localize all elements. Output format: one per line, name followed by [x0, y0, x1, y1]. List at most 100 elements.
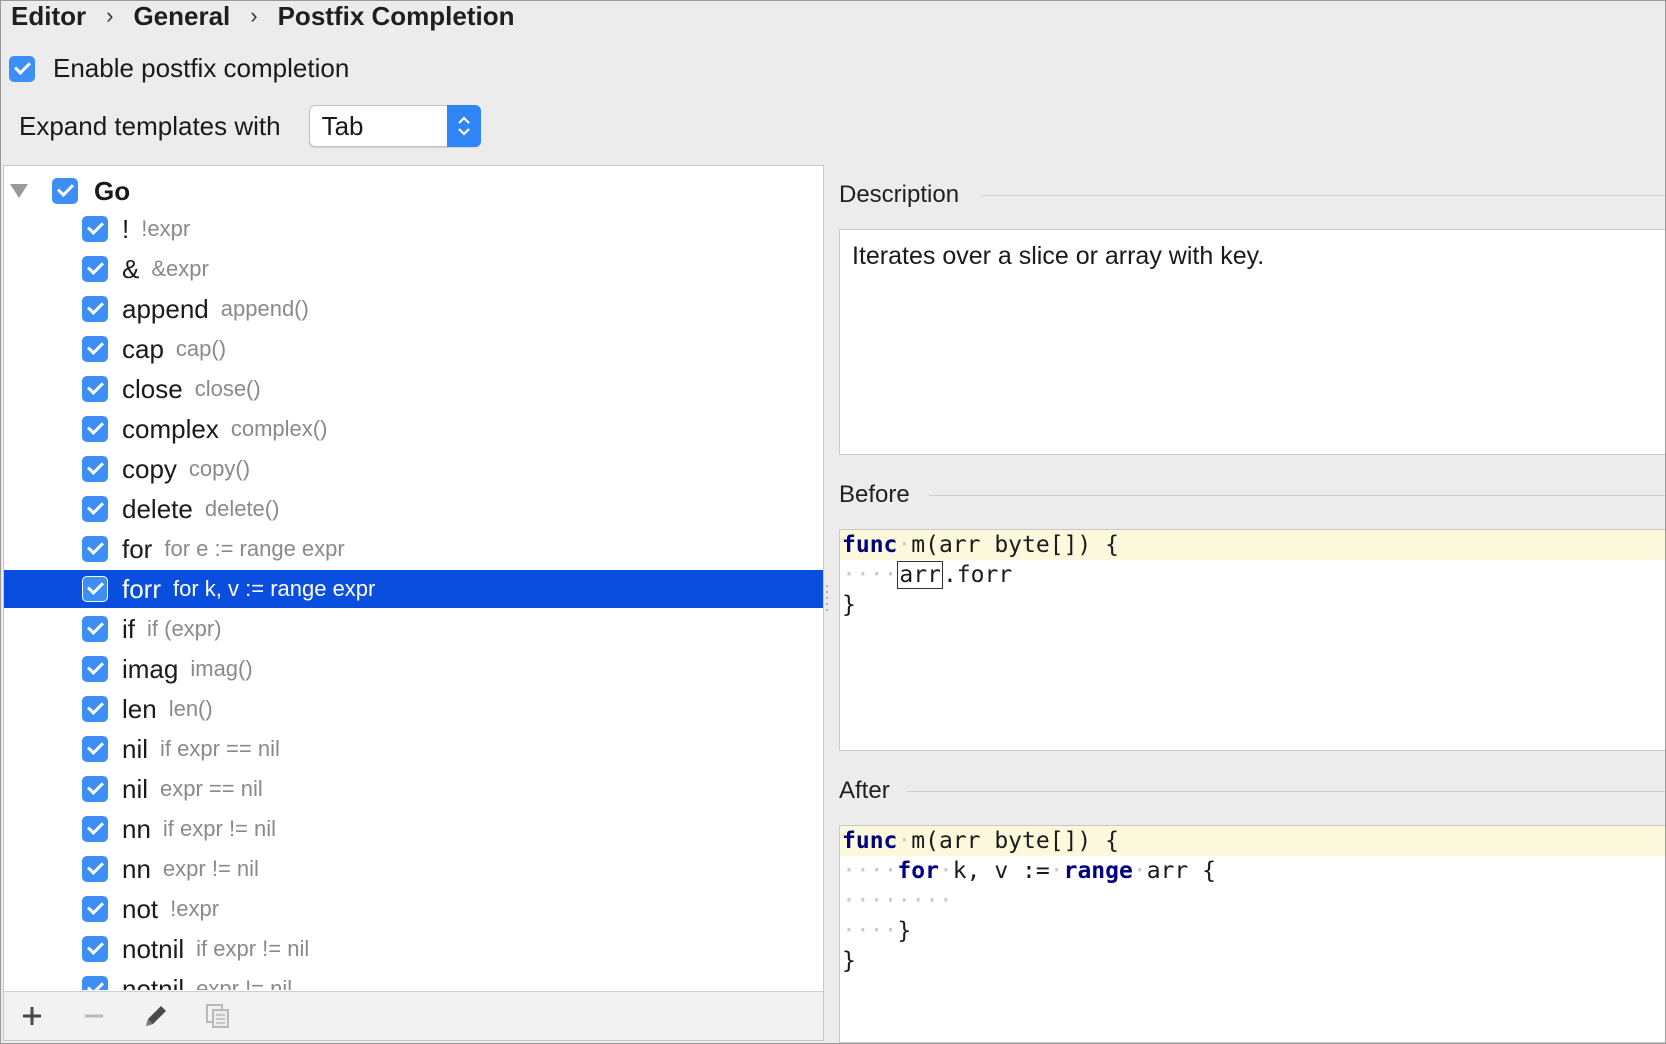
template-checkbox[interactable]	[82, 576, 108, 602]
template-item[interactable]: nn expr != nil	[4, 850, 823, 888]
template-example: &expr	[151, 256, 209, 281]
panel-splitter-handle[interactable]	[824, 581, 830, 621]
template-item[interactable]: complex complex()	[4, 410, 823, 448]
template-item[interactable]: nil expr == nil	[4, 770, 823, 808]
minus-icon[interactable]	[78, 1000, 110, 1032]
template-example: append()	[220, 296, 309, 321]
code-line: ····arr.forr	[842, 561, 1013, 589]
template-example: !expr	[170, 896, 220, 921]
template-key: close	[122, 373, 183, 404]
template-checkbox[interactable]	[82, 256, 108, 282]
breadcrumb: Editor › General › Postfix Completion	[11, 1, 515, 31]
template-checkbox[interactable]	[82, 616, 108, 642]
template-item[interactable]: imag imag()	[4, 650, 823, 688]
template-item[interactable]: cap cap()	[4, 330, 823, 368]
template-item[interactable]: forr for k, v := range expr	[4, 570, 823, 608]
template-item[interactable]: append append()	[4, 290, 823, 328]
enable-postfix-row[interactable]: Enable postfix completion	[9, 53, 349, 84]
template-key: &	[122, 253, 140, 284]
template-item[interactable]: len len()	[4, 690, 823, 728]
template-checkbox[interactable]	[82, 656, 108, 682]
template-checkbox[interactable]	[82, 296, 108, 322]
code-line: func·m(arr byte[]) {	[840, 826, 1665, 856]
template-example: complex()	[230, 416, 328, 441]
tree-root-go[interactable]: Go	[4, 172, 823, 210]
template-item[interactable]: close close()	[4, 370, 823, 408]
template-checkbox[interactable]	[82, 856, 108, 882]
breadcrumb-postfix-completion: Postfix Completion	[277, 0, 515, 31]
template-key: len	[122, 693, 157, 724]
template-checkbox[interactable]	[82, 896, 108, 922]
template-key: delete	[122, 493, 193, 524]
template-key: cap	[122, 333, 164, 364]
template-example: if expr != nil	[162, 816, 277, 841]
template-key: nil	[122, 773, 149, 804]
template-item[interactable]: not !expr	[4, 890, 823, 928]
description-section: Description	[839, 181, 1665, 209]
enable-postfix-label: Enable postfix completion	[53, 53, 350, 83]
breadcrumb-separator: ›	[106, 3, 114, 28]
template-item[interactable]: copy copy()	[4, 450, 823, 488]
template-item[interactable]: ! !expr	[4, 210, 823, 248]
copy-icon[interactable]	[202, 1000, 234, 1032]
template-checkbox[interactable]	[82, 696, 108, 722]
template-key: copy	[122, 453, 177, 484]
template-checkbox[interactable]	[82, 456, 108, 482]
tree-root-label: Go	[94, 175, 131, 206]
template-key: append	[122, 293, 209, 324]
code-line: }	[842, 948, 856, 974]
after-code-box: func·m(arr byte[]) { ····for·k, v :=·ran…	[839, 825, 1665, 1043]
enable-postfix-checkbox[interactable]	[9, 55, 35, 82]
code-line: func·m(arr byte[]) {	[840, 530, 1665, 560]
template-example: expr != nil	[162, 856, 259, 881]
template-checkbox[interactable]	[82, 416, 108, 442]
template-checkbox[interactable]	[82, 216, 108, 242]
template-item[interactable]: if if (expr)	[4, 610, 823, 648]
template-checkbox[interactable]	[82, 976, 108, 990]
template-item[interactable]: nil if expr == nil	[4, 730, 823, 768]
breadcrumb-editor[interactable]: Editor	[11, 1, 86, 32]
template-example: expr == nil	[160, 776, 263, 801]
expand-key-select[interactable]: Tab	[308, 105, 481, 147]
pencil-icon[interactable]	[140, 1000, 172, 1032]
template-example: len()	[168, 696, 213, 721]
templates-tree: Go ! !expr & &expr append append() cap cap() clo…	[4, 166, 823, 990]
go-group-checkbox[interactable]	[52, 178, 78, 204]
template-example: cap()	[175, 336, 227, 361]
template-key: forr	[122, 573, 161, 604]
before-code-box: func·m(arr byte[]) { ····arr.forr }	[839, 529, 1665, 751]
plus-icon[interactable]	[16, 1000, 48, 1032]
template-checkbox[interactable]	[82, 776, 108, 802]
template-example: if expr != nil	[196, 936, 310, 961]
code-line: ····for·k, v :=·range·arr {	[842, 858, 1216, 884]
template-key: nil	[122, 733, 149, 764]
template-item[interactable]: notnil expr != nil	[4, 970, 823, 990]
template-checkbox[interactable]	[82, 376, 108, 402]
template-key: not	[122, 893, 159, 924]
template-checkbox[interactable]	[82, 336, 108, 362]
description-title: Description	[839, 181, 960, 208]
template-key: imag	[122, 653, 179, 684]
template-example: expr != nil	[196, 976, 293, 990]
template-checkbox[interactable]	[82, 536, 108, 562]
template-checkbox[interactable]	[82, 936, 108, 962]
template-item[interactable]: & &expr	[4, 250, 823, 288]
template-item[interactable]: notnil if expr != nil	[4, 930, 823, 968]
template-checkbox[interactable]	[82, 736, 108, 762]
template-item[interactable]: delete delete()	[4, 490, 823, 528]
template-key: notnil	[122, 933, 185, 964]
breadcrumb-general[interactable]: General	[133, 1, 230, 32]
template-item[interactable]: for for e := range expr	[4, 530, 823, 568]
template-example: delete()	[204, 496, 280, 521]
select-arrows-icon	[446, 105, 481, 147]
caret-selection: arr	[897, 561, 943, 589]
code-line: ········	[842, 888, 953, 914]
template-checkbox[interactable]	[82, 496, 108, 522]
template-checkbox[interactable]	[82, 816, 108, 842]
template-item[interactable]: nn if expr != nil	[4, 810, 823, 848]
template-key: notnil	[122, 973, 185, 991]
code-line: ····}	[842, 918, 912, 944]
expand-triangle-icon[interactable]	[10, 184, 28, 198]
description-box: Iterates over a slice or array with key.	[839, 229, 1665, 455]
expand-templates-label: Expand templates with	[19, 110, 281, 141]
